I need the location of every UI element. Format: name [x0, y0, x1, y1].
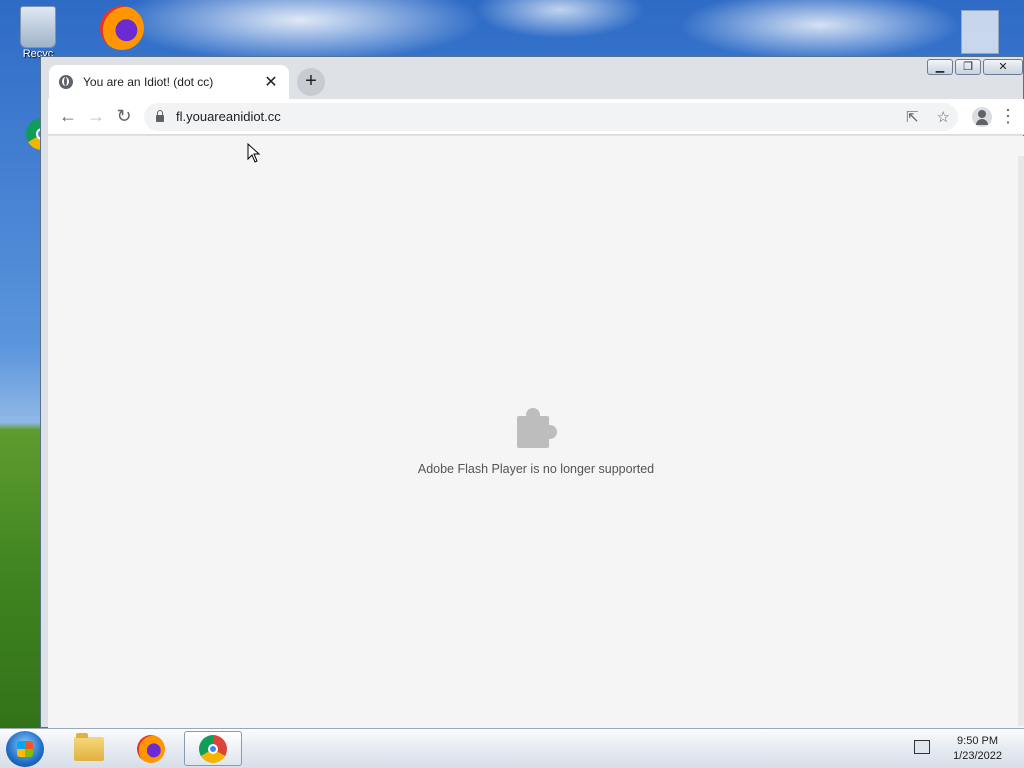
url-text[interactable]: fl.youareanidiot.cc	[176, 109, 888, 124]
taskbar-firefox[interactable]	[122, 731, 180, 766]
profile-avatar-icon[interactable]	[972, 106, 992, 127]
document-icon	[961, 10, 999, 54]
reload-button[interactable]: ↻	[110, 103, 138, 131]
plugin-placeholder: Adobe Flash Player is no longer supporte…	[48, 408, 1024, 476]
taskbar-explorer[interactable]	[60, 731, 118, 766]
plugin-message: Adobe Flash Player is no longer supporte…	[417, 462, 655, 476]
back-button[interactable]: ←	[54, 103, 82, 131]
puzzle-piece-icon	[513, 408, 559, 452]
folder-icon	[74, 732, 104, 761]
recycle-bin-desktop-icon[interactable]: Recyc	[8, 6, 68, 60]
scrollbar[interactable]	[1018, 156, 1024, 726]
document-desktop-icon[interactable]	[950, 10, 1010, 54]
chrome-icon	[199, 734, 227, 763]
minimize-button[interactable]: ▁	[927, 59, 953, 75]
tab-close-icon[interactable]: ✕	[263, 72, 279, 92]
firefox-icon	[137, 734, 165, 763]
tab-title: You are an Idiot! (dot cc)	[83, 75, 214, 89]
window-controls: ▁ ❐ ✕	[927, 59, 1023, 75]
firefox-icon	[100, 6, 144, 50]
system-clock[interactable]: 9:50 PM 1/23/2022	[953, 734, 1002, 764]
page-content: Adobe Flash Player is no longer supporte…	[48, 136, 1024, 728]
globe-icon	[59, 75, 73, 89]
tab-strip: You are an Idiot! (dot cc) ✕ +	[49, 65, 325, 99]
window-close-button[interactable]: ✕	[983, 59, 1023, 75]
browser-menu-icon[interactable]: ⋮	[998, 106, 1018, 127]
maximize-button[interactable]: ❐	[955, 59, 981, 75]
network-tray-icon[interactable]	[914, 740, 930, 754]
lock-icon[interactable]	[156, 110, 164, 122]
start-button[interactable]	[6, 731, 44, 767]
share-icon[interactable]: ⇱	[906, 108, 919, 126]
taskbar-chrome[interactable]	[184, 731, 242, 766]
browser-toolbar: ← → ↻ fl.youareanidiot.cc ⇱ ☆ ⋮	[48, 99, 1024, 135]
forward-button[interactable]: →	[82, 103, 110, 131]
firefox-desktop-icon[interactable]	[92, 6, 152, 50]
clock-time: 9:50 PM	[957, 735, 999, 747]
clock-date: 1/23/2022	[953, 750, 1002, 762]
tab-active[interactable]: You are an Idiot! (dot cc) ✕	[49, 65, 289, 99]
taskbar: 9:50 PM 1/23/2022	[0, 728, 1024, 768]
address-bar[interactable]: fl.youareanidiot.cc ⇱ ☆	[144, 102, 958, 131]
new-tab-button[interactable]: +	[297, 68, 325, 96]
bookmark-star-icon[interactable]: ☆	[937, 108, 950, 126]
recycle-bin-icon	[20, 6, 56, 48]
browser-window: ▁ ❐ ✕ You are an Idiot! (dot cc) ✕ + ← →…	[40, 56, 1024, 728]
